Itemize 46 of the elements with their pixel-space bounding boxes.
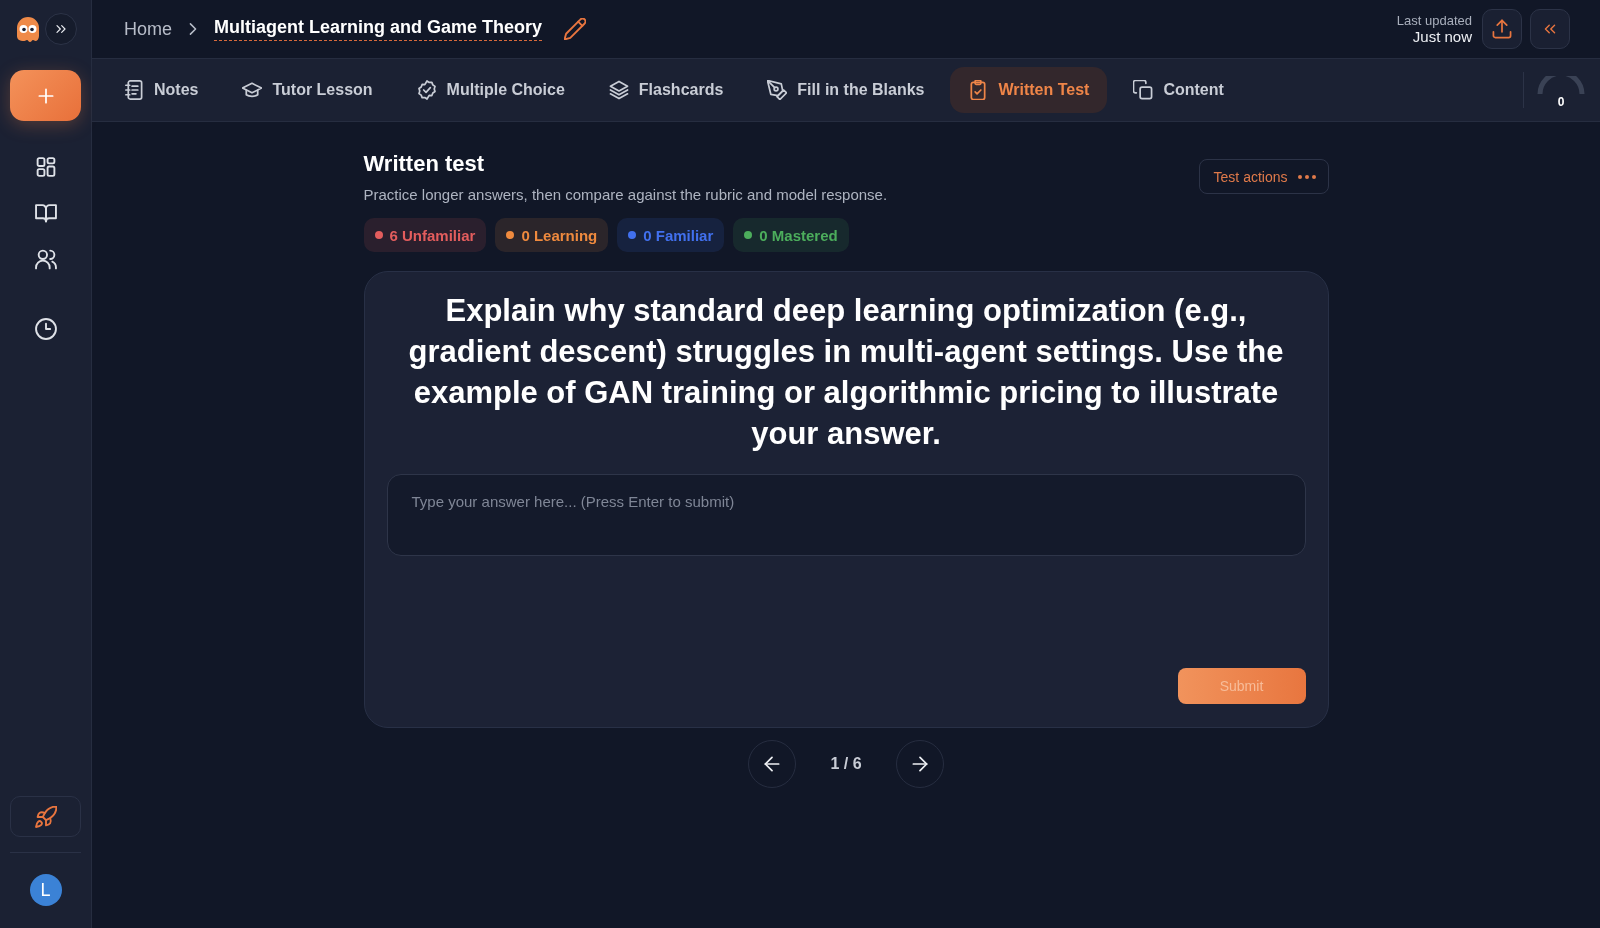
clock-icon[interactable] <box>34 318 57 340</box>
more-icon <box>1297 174 1316 179</box>
copy-icon <box>1133 80 1154 100</box>
rocket-button[interactable] <box>10 796 81 837</box>
layers-icon <box>608 80 629 100</box>
user-avatar[interactable]: L <box>29 874 62 906</box>
grid-icon[interactable] <box>34 156 57 178</box>
users-icon[interactable] <box>34 248 57 270</box>
status-label: 0 Mastered <box>759 226 838 244</box>
question-text: Explain why standard deep learning optimization (e.g., gradient descent) struggles in multi-agent settings. Use the example of GAN training or algorithmic pricing to illustrate your answer. <box>407 292 1285 453</box>
tab[interactable]: Written Test <box>950 67 1108 113</box>
section-title: Written test <box>363 150 486 178</box>
tab[interactable]: Fill in the Blanks <box>749 67 943 113</box>
tab[interactable]: Flashcards <box>590 67 742 113</box>
last-updated-time: Just now <box>1412 28 1472 45</box>
chevrons-right-icon <box>54 22 68 36</box>
home-link[interactable]: Home <box>124 18 172 40</box>
last-updated-label: Last updated <box>1396 13 1472 28</box>
answer-field[interactable]: Type your answer here... (Press Enter to submit) <box>386 474 1306 556</box>
status-label: 0 Learning <box>521 226 598 244</box>
test-actions-button[interactable]: Test actions <box>1198 159 1329 194</box>
tab[interactable]: Tutor Lesson <box>224 67 391 113</box>
new-button[interactable] <box>10 70 81 121</box>
graduation-cap-icon <box>242 80 263 100</box>
tab[interactable]: Multiple Choice <box>398 67 583 113</box>
pen-nib-icon <box>767 80 788 100</box>
page-counter: 1 / 6 <box>830 755 862 773</box>
notebook-icon <box>124 80 144 100</box>
gauge-arc-icon <box>1536 75 1586 94</box>
chevrons-left-icon <box>1542 21 1558 37</box>
score-value: 0 <box>1557 94 1565 109</box>
check-badge-icon <box>416 80 437 100</box>
tab[interactable]: Notes <box>106 67 217 113</box>
clipboard-check-icon <box>968 80 989 100</box>
mascot-logo-icon[interactable] <box>14 14 42 44</box>
tab[interactable]: Content <box>1115 67 1242 113</box>
status-label: 6 Unfamiliar <box>389 226 476 244</box>
book-icon[interactable] <box>34 202 57 224</box>
status-label: 0 Familiar <box>643 226 714 244</box>
upload-icon <box>1492 19 1512 39</box>
rocket-icon <box>34 805 57 828</box>
expand-button[interactable] <box>45 13 77 45</box>
page-title: Multiagent Learning and Game Theory <box>214 17 543 41</box>
section-subtitle: Practice longer answers, then compare against the rubric and model response. <box>363 186 888 203</box>
pencil-icon[interactable] <box>564 18 587 40</box>
upload-button[interactable] <box>1482 9 1522 49</box>
